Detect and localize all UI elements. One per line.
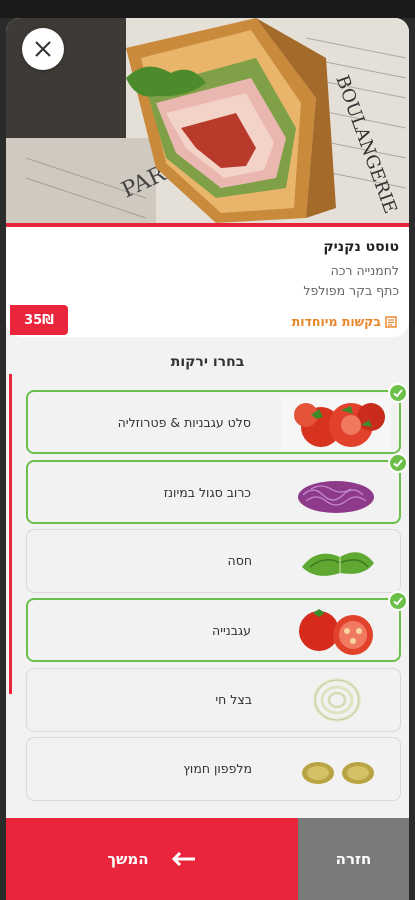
product-description-line: כתף בקר מפולפל: [303, 283, 399, 298]
option-label: חסה: [227, 552, 252, 568]
continue-button[interactable]: המשך: [6, 818, 298, 900]
special-requests-link[interactable]: בקשות מיוחדות: [292, 314, 397, 329]
product-options-screen: BOULANGERIE PAR טוסט נקניק לחמנייה רכה כ…: [6, 18, 409, 900]
option-pickle[interactable]: מלפפון חמוץ: [26, 737, 401, 801]
option-label: כרוב סגול במיונז: [163, 484, 251, 500]
option-purple-cabbage[interactable]: כרוב סגול במיונז: [26, 453, 408, 524]
product-title: טוסט נקניק: [323, 239, 399, 255]
continue-button-label: המשך: [107, 850, 149, 868]
section-title: בחרו ירקות: [170, 354, 245, 370]
arrow-left-icon: [171, 852, 195, 866]
option-label: סלט עגבניות & פטרוזליה: [117, 414, 251, 430]
product-description-line: לחמנייה רכה: [330, 263, 399, 278]
option-lettuce[interactable]: חסה: [26, 529, 401, 593]
option-onion[interactable]: בצל חי: [26, 668, 401, 732]
pickle-icon: [282, 741, 392, 797]
scroll-indicator[interactable]: [9, 374, 12, 694]
status-bar: [0, 0, 415, 18]
close-button[interactable]: [22, 28, 64, 70]
back-button-label: חזרה: [335, 850, 372, 868]
check-icon: [388, 453, 408, 473]
product-photo: BOULANGERIE PAR: [6, 18, 409, 223]
option-label: מלפפון חמוץ: [183, 760, 252, 776]
tomato-salad-icon: [281, 395, 391, 451]
close-icon: [35, 41, 51, 57]
purple-cabbage-icon: [281, 465, 391, 521]
special-requests-label: בקשות מיוחדות: [291, 314, 381, 329]
bottom-action-bar: המשך חזרה: [6, 818, 409, 900]
tomato-icon: [281, 603, 391, 659]
check-icon: [388, 591, 408, 611]
price-badge: 35₪: [10, 305, 68, 335]
notes-icon: [385, 315, 397, 328]
back-button[interactable]: חזרה: [298, 818, 409, 900]
option-label: בצל חי: [215, 691, 252, 707]
option-tomato[interactable]: עגבנייה: [26, 591, 408, 662]
check-icon: [388, 383, 408, 403]
option-tomato-salad[interactable]: סלט עגבניות & פטרוזליה: [26, 383, 408, 454]
option-label: עגבנייה: [212, 622, 251, 638]
onion-icon: [282, 672, 392, 728]
lettuce-icon: [282, 533, 392, 589]
